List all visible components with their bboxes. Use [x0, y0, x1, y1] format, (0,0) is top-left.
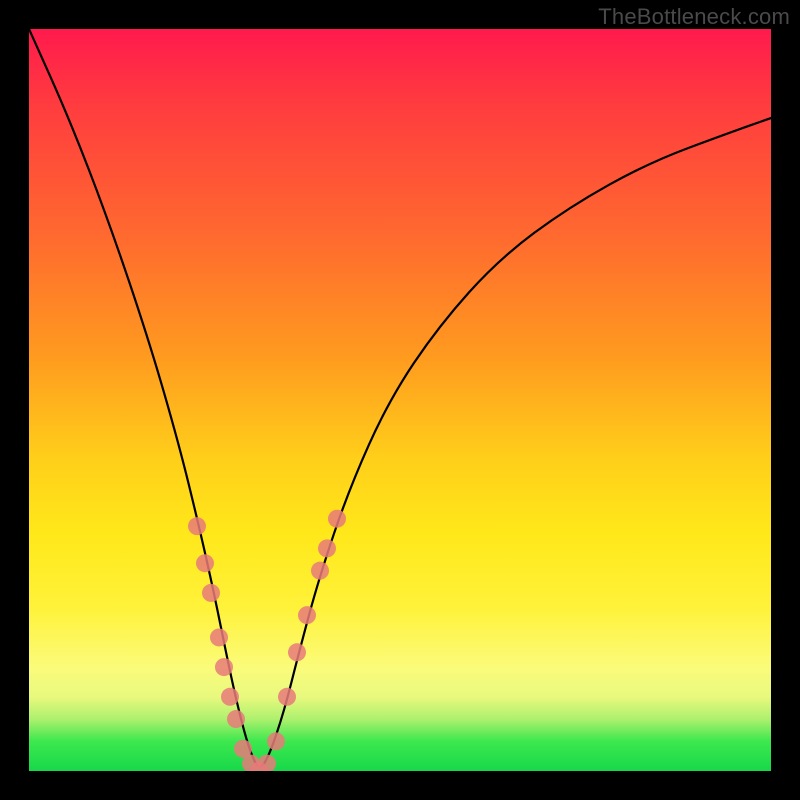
marker-dot — [278, 688, 296, 706]
plot-area — [29, 29, 771, 771]
marker-dot — [267, 732, 285, 750]
marker-dot — [202, 584, 220, 602]
marker-layer — [188, 510, 346, 771]
marker-dot — [311, 562, 329, 580]
marker-dot — [288, 643, 306, 661]
bottleneck-chart — [29, 29, 771, 771]
marker-dot — [328, 510, 346, 528]
marker-dot — [210, 628, 228, 646]
marker-dot — [258, 755, 276, 771]
marker-dot — [318, 539, 336, 557]
bottleneck-curve — [29, 29, 771, 767]
marker-dot — [188, 517, 206, 535]
marker-dot — [196, 554, 214, 572]
watermark-label: TheBottleneck.com — [598, 4, 790, 30]
marker-dot — [221, 688, 239, 706]
marker-dot — [227, 710, 245, 728]
marker-dot — [215, 658, 233, 676]
marker-dot — [298, 606, 316, 624]
